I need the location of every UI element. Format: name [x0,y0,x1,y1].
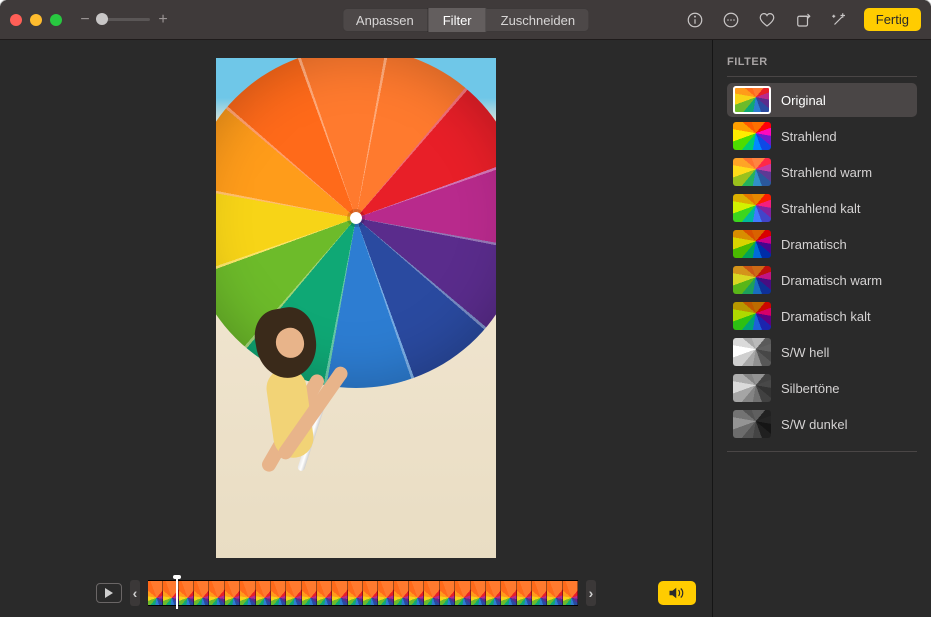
filter-label: Dramatisch kalt [781,309,871,324]
filter-thumbnail [733,122,771,150]
zoom-in-icon: + [156,11,170,29]
filmstrip-frame[interactable] [547,581,562,605]
divider [727,76,917,77]
filter-option[interactable]: Dramatisch [727,227,917,261]
filmstrip-frame[interactable] [363,581,378,605]
filmstrip[interactable] [148,580,578,606]
done-button[interactable]: Fertig [864,8,921,31]
filter-thumbnail [733,338,771,366]
trim-handle-left[interactable]: ‹ [130,580,140,606]
filmstrip-frame[interactable] [471,581,486,605]
trim-handle-right[interactable]: › [586,580,596,606]
editor-body: ‹ › FILTER Original Strahlend Strahlend wa… [0,40,931,617]
filter-label: Original [781,93,826,108]
filmstrip-frame[interactable] [501,581,516,605]
filter-option[interactable]: Strahlend warm [727,155,917,189]
photo-preview [216,58,496,558]
filmstrip-frame[interactable] [256,581,271,605]
tab-adjust[interactable]: Anpassen [342,8,429,32]
filmstrip-frame[interactable] [225,581,240,605]
filmstrip-frame[interactable] [517,581,532,605]
filmstrip-frame[interactable] [317,581,332,605]
filter-thumbnail [733,302,771,330]
filter-option[interactable]: Original [727,83,917,117]
filter-label: S/W dunkel [781,417,847,432]
canvas-area: ‹ › [0,40,713,617]
tab-crop[interactable]: Zuschneiden [487,8,589,32]
zoom-slider-thumb[interactable] [96,13,108,25]
canvas-viewport [0,40,712,575]
filmstrip-frame[interactable] [394,581,409,605]
divider [727,451,917,452]
filter-thumbnail [733,158,771,186]
filter-option[interactable]: Dramatisch kalt [727,299,917,333]
filmstrip-frame[interactable] [440,581,455,605]
filmstrip-frame[interactable] [348,581,363,605]
zoom-slider[interactable] [98,18,150,21]
filter-label: Strahlend [781,129,837,144]
filter-thumbnail [733,410,771,438]
sidebar-heading: FILTER [727,56,917,68]
filter-option[interactable]: Strahlend kalt [727,191,917,225]
filter-sidebar: FILTER Original Strahlend Strahlend warm St… [713,40,931,617]
filter-thumbnail [733,374,771,402]
filter-label: S/W hell [781,345,829,360]
edit-mode-segmented: Anpassen Filter Zuschneiden [342,8,589,32]
audio-mute-button[interactable] [658,581,696,605]
play-button[interactable] [96,583,122,603]
filmstrip-frame[interactable] [194,581,209,605]
filmstrip-frame[interactable] [209,581,224,605]
tab-filter[interactable]: Filter [429,8,487,32]
rotate-icon[interactable] [792,9,814,31]
filter-option[interactable]: S/W hell [727,335,917,369]
filmstrip-frame[interactable] [271,581,286,605]
filmstrip-frame[interactable] [563,581,578,605]
filmstrip-frame[interactable] [532,581,547,605]
filter-option[interactable]: S/W dunkel [727,407,917,441]
filter-thumbnail [733,230,771,258]
window-controls [10,14,62,26]
filter-thumbnail [733,266,771,294]
titlebar-right-group: Fertig [684,8,921,31]
close-window-button[interactable] [10,14,22,26]
filmstrip-frame[interactable] [455,581,470,605]
playhead[interactable] [176,577,178,609]
filmstrip-frame[interactable] [240,581,255,605]
filter-list: Original Strahlend Strahlend warm Strahlend… [727,83,917,441]
auto-enhance-icon[interactable] [828,9,850,31]
zoom-slider-group: − + [78,11,170,29]
video-scrubber-bar: ‹ › [0,575,712,617]
zoom-out-icon: − [78,11,92,29]
filmstrip-frame[interactable] [378,581,393,605]
minimize-window-button[interactable] [30,14,42,26]
filter-thumbnail [733,194,771,222]
filmstrip-frame[interactable] [486,581,501,605]
photos-edit-window: − + Anpassen Filter Zuschneiden [0,0,931,617]
filmstrip-frame[interactable] [409,581,424,605]
filmstrip-frame[interactable] [179,581,194,605]
info-icon[interactable] [684,9,706,31]
filter-option[interactable]: Silbertöne [727,371,917,405]
filmstrip-frame[interactable] [332,581,347,605]
filter-option[interactable]: Strahlend [727,119,917,153]
filter-label: Strahlend kalt [781,201,861,216]
filter-label: Silbertöne [781,381,840,396]
favorite-heart-icon[interactable] [756,9,778,31]
more-icon[interactable] [720,9,742,31]
filter-option[interactable]: Dramatisch warm [727,263,917,297]
filmstrip-frame[interactable] [148,581,163,605]
filmstrip-frame[interactable] [302,581,317,605]
filter-label: Dramatisch warm [781,273,882,288]
filter-label: Dramatisch [781,237,847,252]
filter-thumbnail [733,86,771,114]
titlebar: − + Anpassen Filter Zuschneiden [0,0,931,40]
fullscreen-window-button[interactable] [50,14,62,26]
filter-label: Strahlend warm [781,165,872,180]
filmstrip-frame[interactable] [424,581,439,605]
filmstrip-frame[interactable] [286,581,301,605]
